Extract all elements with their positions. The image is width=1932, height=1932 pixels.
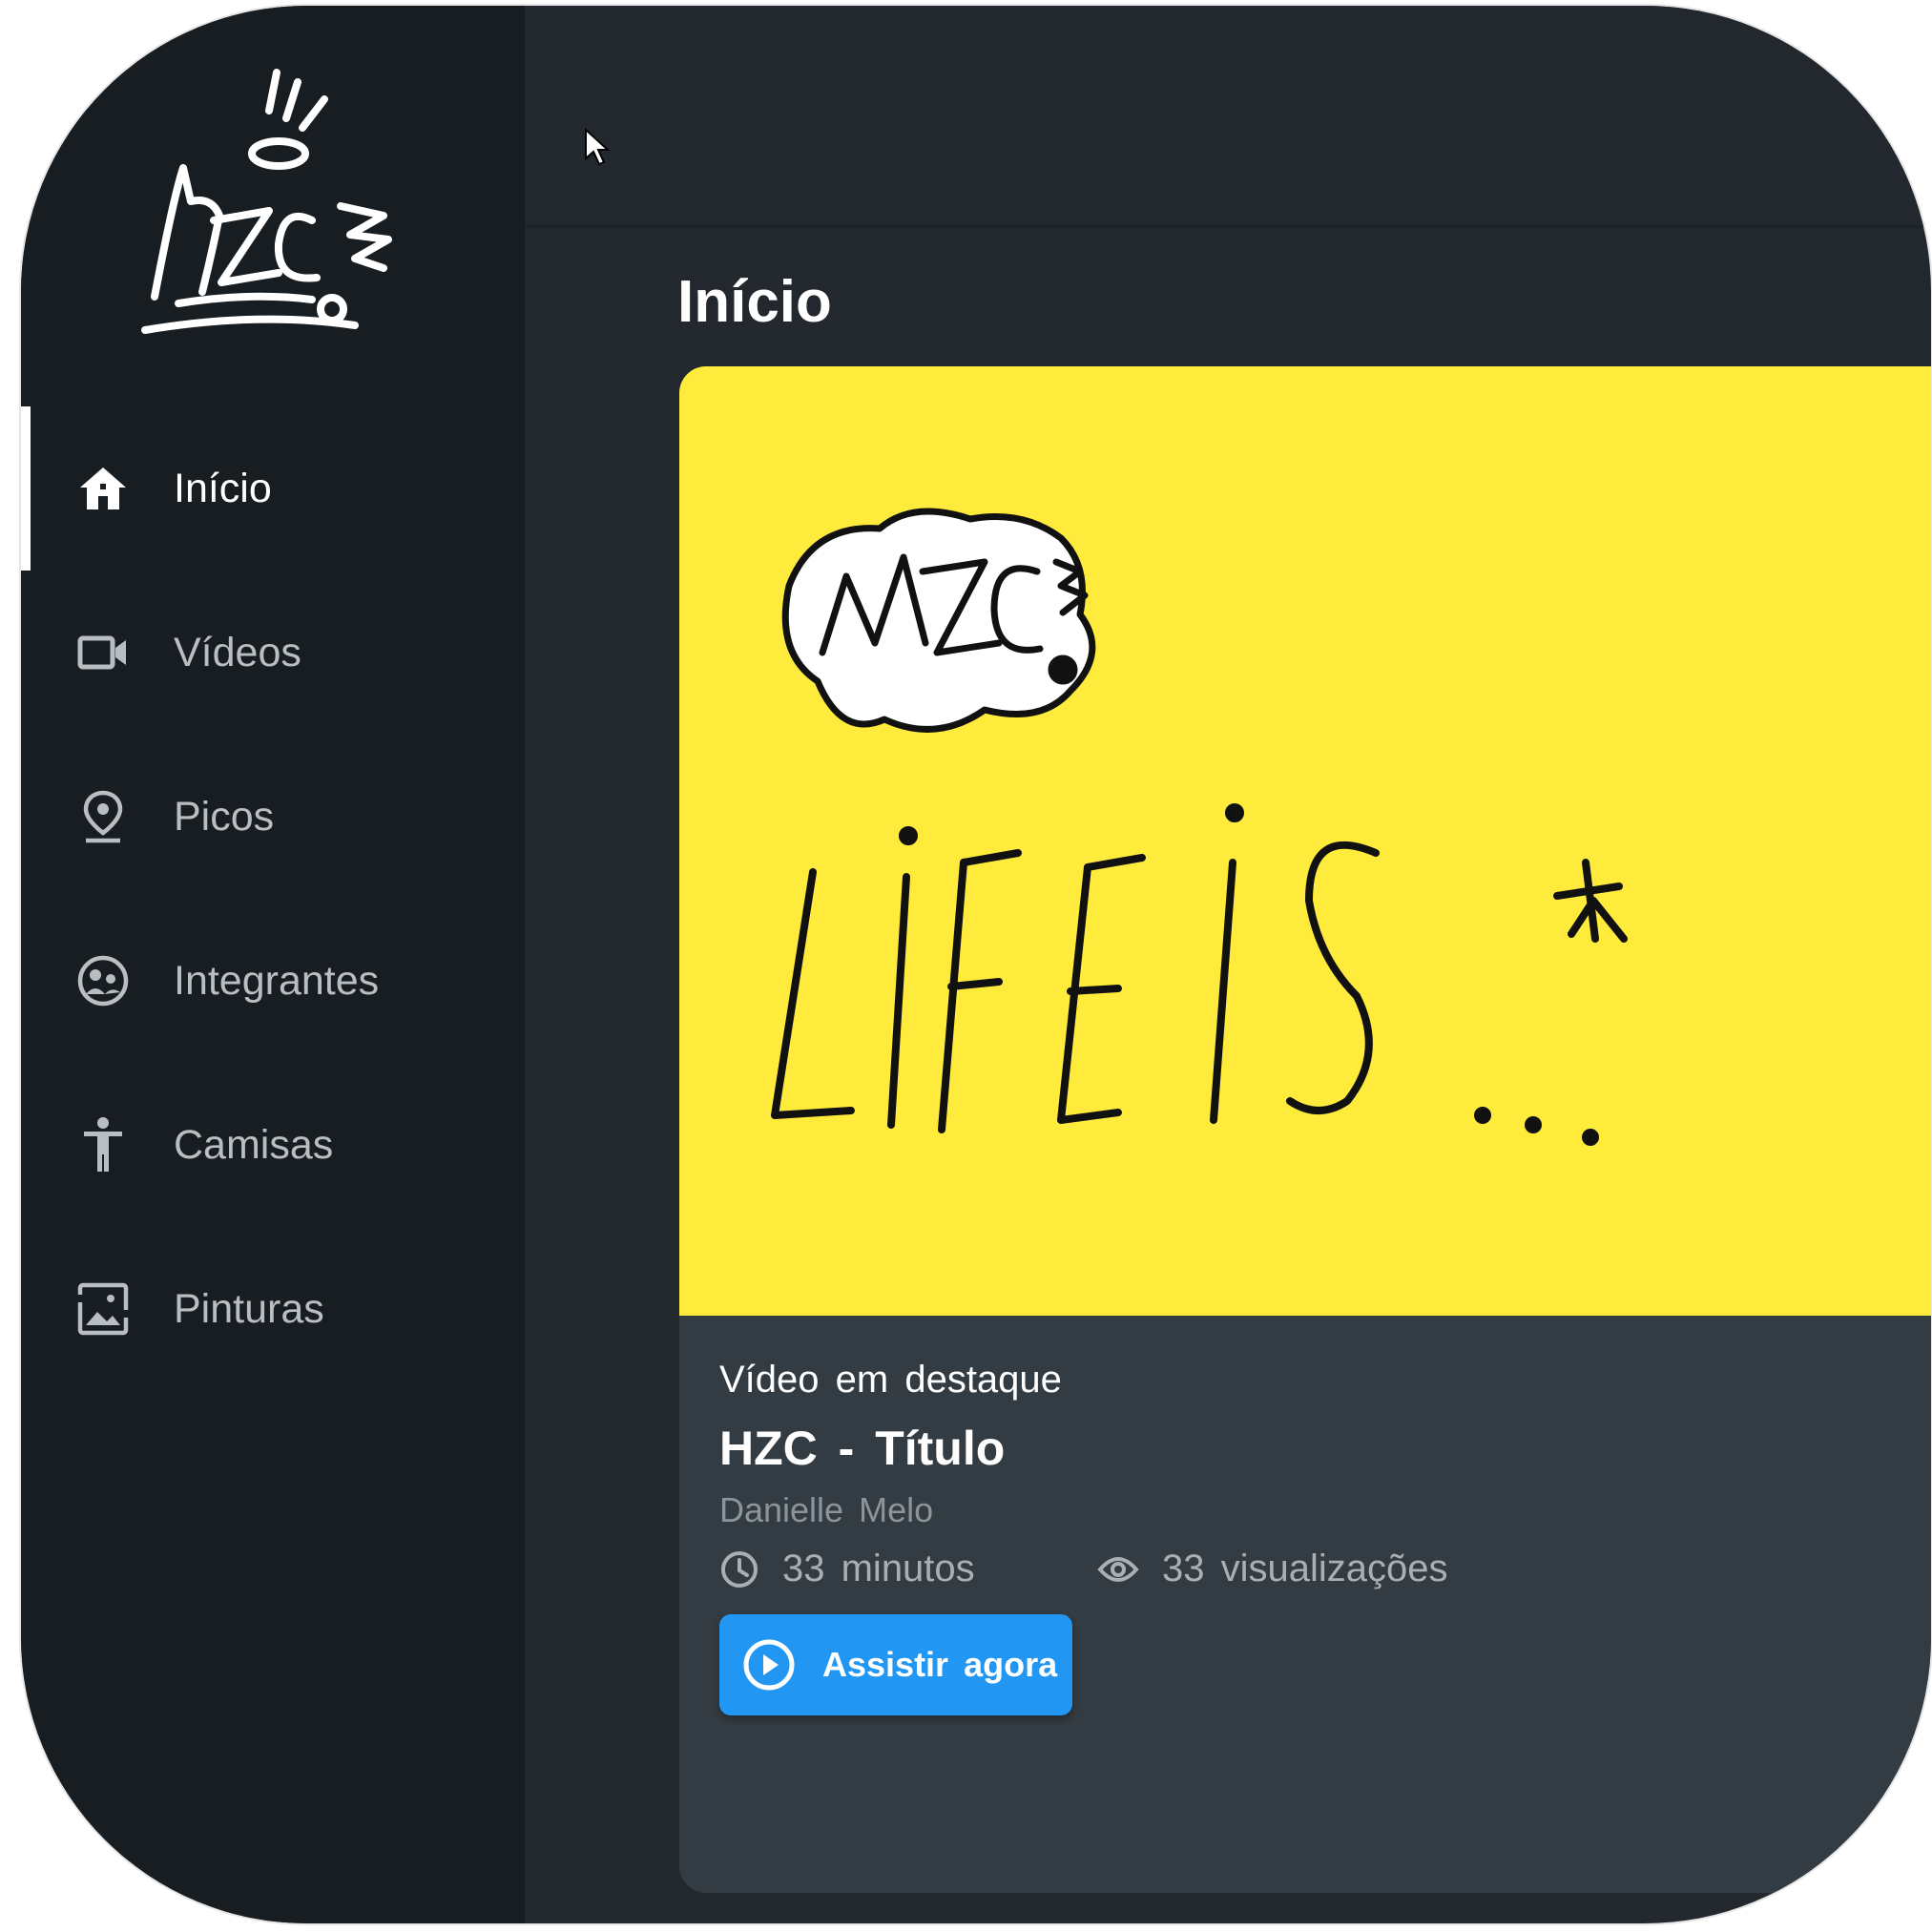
sidebar-item-label: Pinturas bbox=[174, 1285, 324, 1332]
video-views: 33 visualizações bbox=[1097, 1548, 1448, 1590]
sidebar-item-inicio[interactable]: Início bbox=[21, 406, 525, 571]
watch-now-label: Assistir agora bbox=[822, 1645, 1058, 1684]
thumbnail-lettering bbox=[771, 803, 1628, 1133]
clock-icon bbox=[721, 1550, 758, 1588]
location-pin-icon bbox=[74, 788, 132, 845]
featured-video-card: Vídeo em destaque HZC - Título Danielle … bbox=[679, 366, 1931, 1893]
brand-logo[interactable] bbox=[107, 53, 450, 378]
top-bar bbox=[525, 6, 1931, 228]
home-icon bbox=[74, 460, 132, 517]
video-duration: 33 minutos bbox=[719, 1548, 975, 1590]
sidebar-item-camisas[interactable]: Camisas bbox=[21, 1063, 525, 1227]
sidebar: Início Vídeos Picos Integrantes Camisas … bbox=[21, 6, 525, 1923]
video-title: HZC - Título bbox=[719, 1422, 1006, 1475]
featured-label: Vídeo em destaque bbox=[719, 1359, 1062, 1401]
views-text: 33 visualizações bbox=[1162, 1548, 1448, 1589]
sidebar-item-label: Integrantes bbox=[174, 957, 380, 1004]
sidebar-item-picos[interactable]: Picos bbox=[21, 735, 525, 899]
video-thumbnail[interactable] bbox=[679, 366, 1931, 1316]
page-title: Início bbox=[677, 269, 832, 335]
watch-now-button[interactable]: Assistir agora bbox=[719, 1614, 1072, 1715]
sidebar-nav: Início Vídeos Picos Integrantes Camisas … bbox=[21, 406, 525, 1391]
group-face-icon bbox=[74, 952, 132, 1009]
duration-text: 33 minutos bbox=[782, 1548, 975, 1589]
eye-icon bbox=[1097, 1556, 1139, 1582]
sidebar-item-videos[interactable]: Vídeos bbox=[21, 571, 525, 735]
thumbnail-graffiti-logo bbox=[781, 508, 1096, 733]
mouse-cursor-icon bbox=[585, 128, 611, 166]
person-icon bbox=[74, 1116, 132, 1174]
sidebar-item-label: Picos bbox=[174, 793, 275, 840]
app-window: Início Vídeos Picos Integrantes Camisas … bbox=[21, 6, 1931, 1923]
sidebar-item-label: Vídeos bbox=[174, 629, 301, 675]
sidebar-item-integrantes[interactable]: Integrantes bbox=[21, 899, 525, 1063]
sidebar-item-pinturas[interactable]: Pinturas bbox=[21, 1227, 525, 1391]
sidebar-item-label: Camisas bbox=[174, 1121, 334, 1168]
sidebar-item-label: Início bbox=[174, 465, 272, 511]
video-author: Danielle Melo bbox=[719, 1490, 934, 1529]
video-camera-icon bbox=[74, 624, 132, 681]
image-icon bbox=[74, 1280, 132, 1338]
play-circle-icon bbox=[743, 1639, 795, 1691]
